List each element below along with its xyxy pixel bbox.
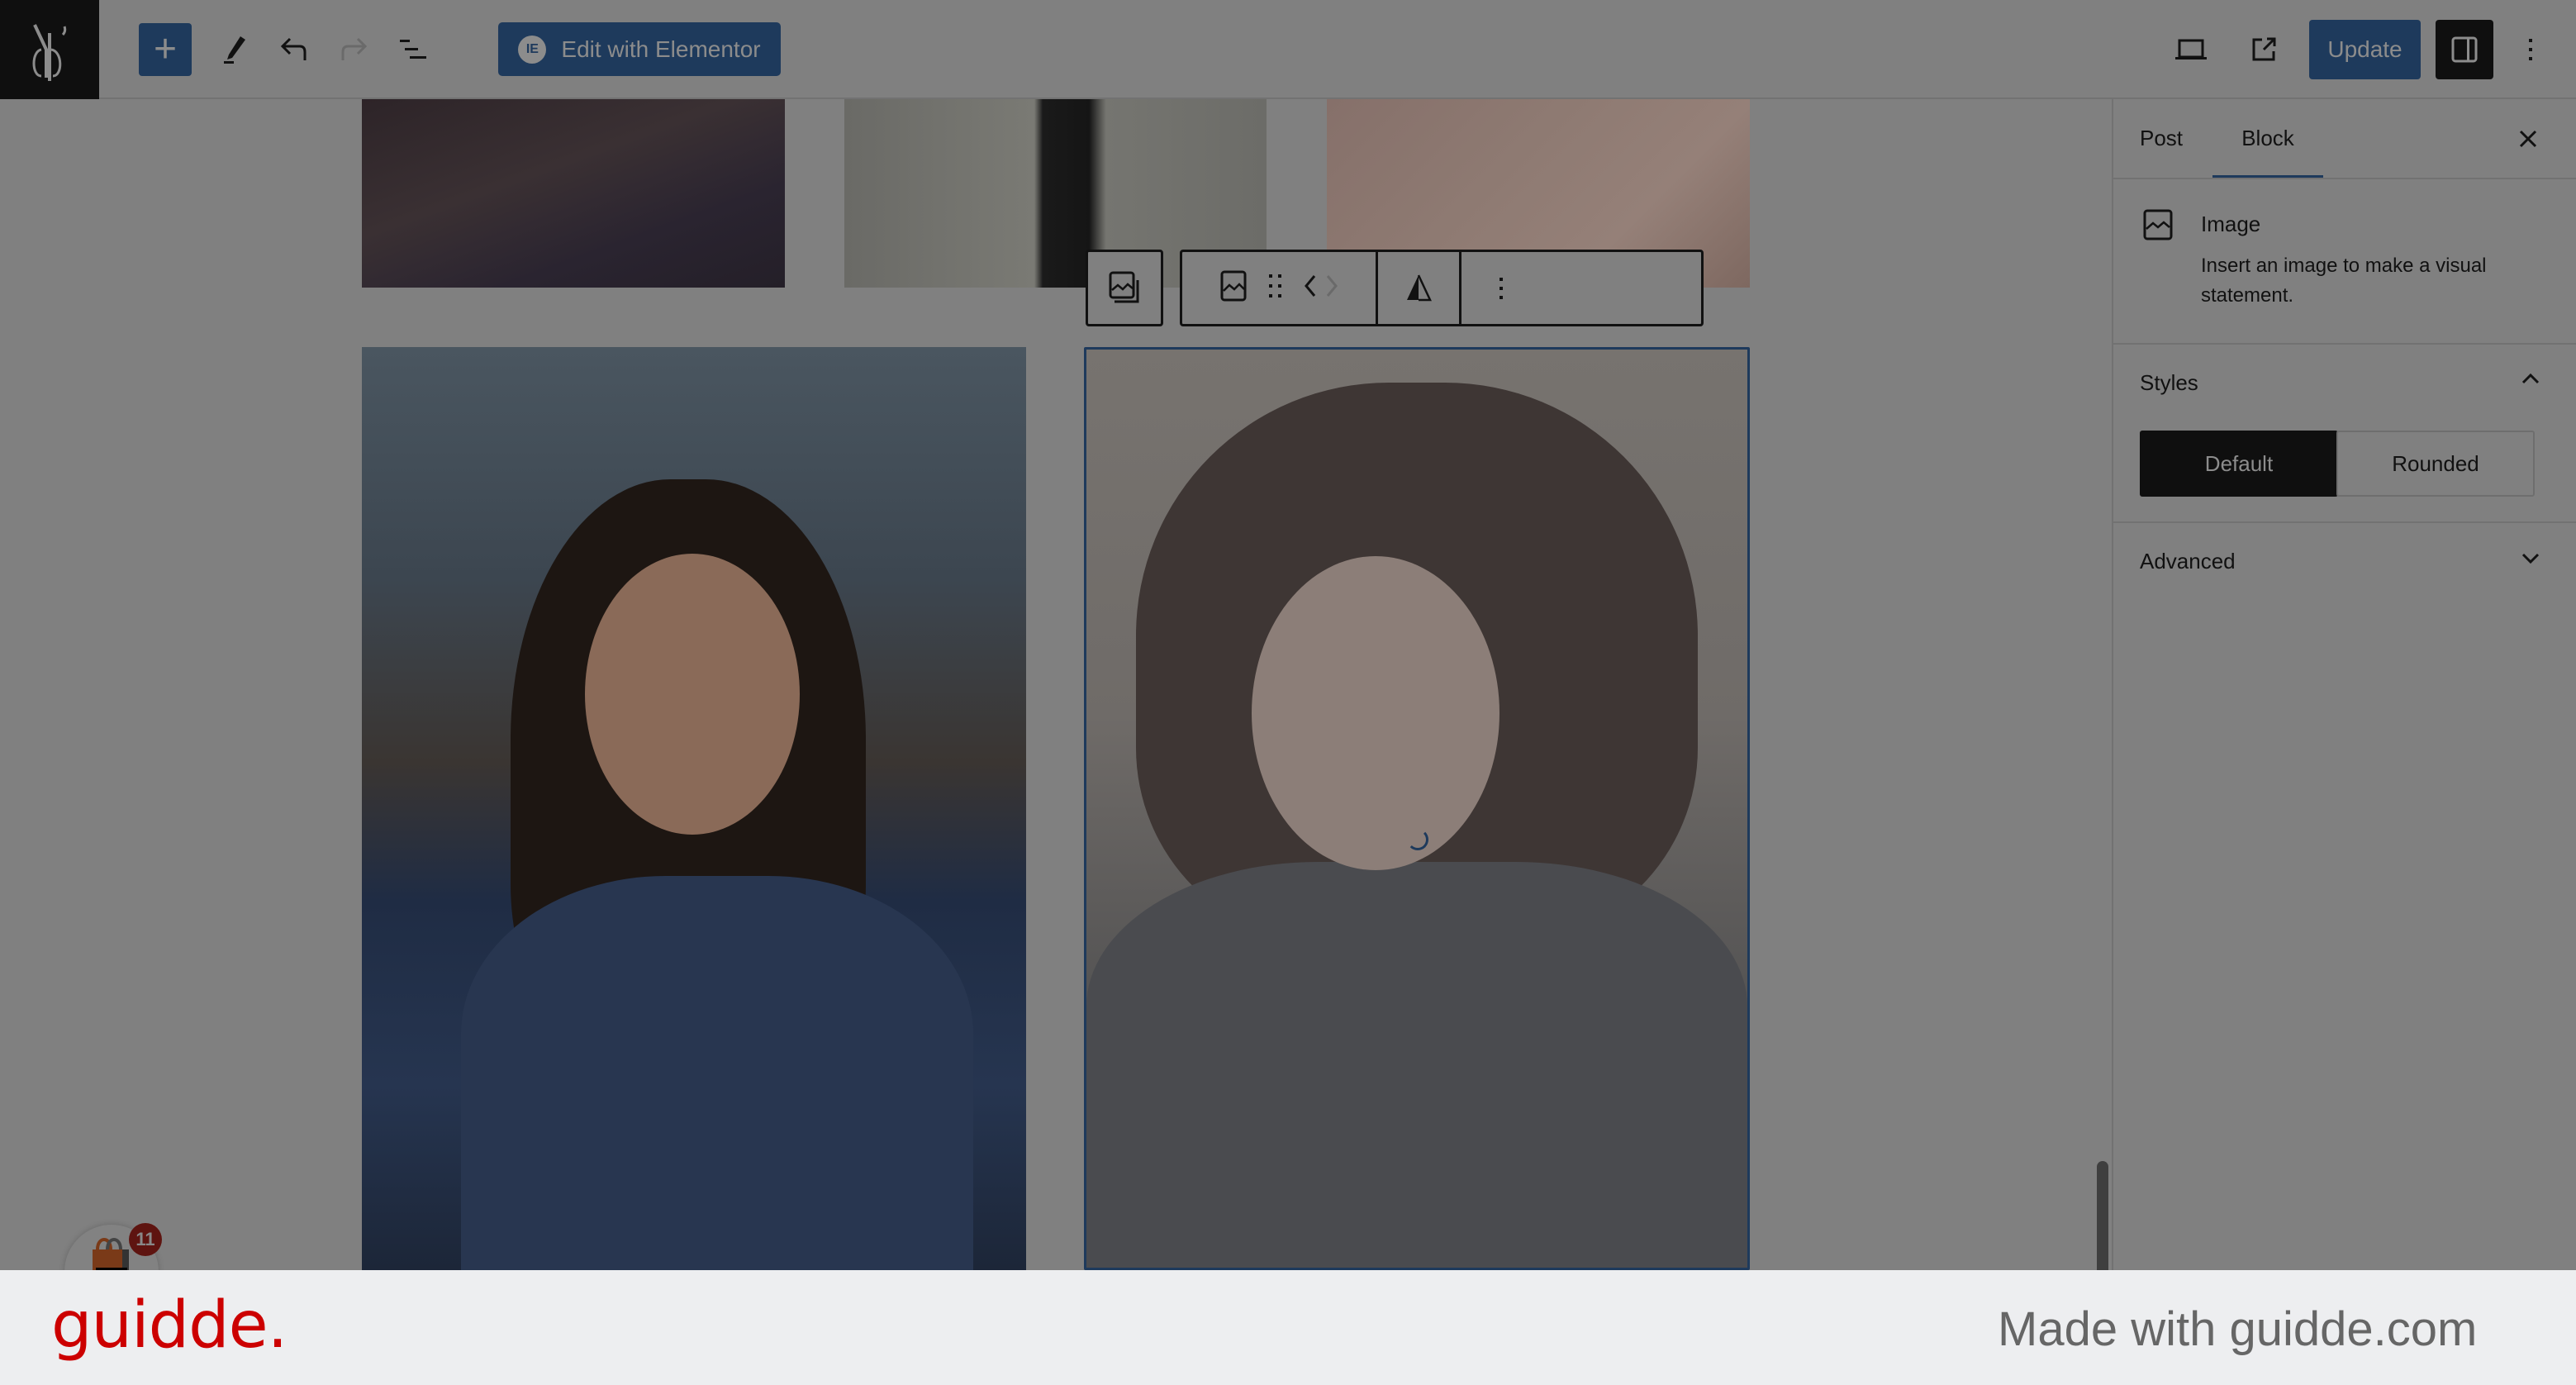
image-icon	[2143, 209, 2173, 240]
block-card-title: Image	[2201, 212, 2261, 236]
photo-face	[585, 554, 800, 835]
align-triangle-icon	[1407, 274, 1432, 301]
block-type-button[interactable]	[1219, 269, 1248, 307]
redo-icon	[341, 37, 368, 60]
photo-jacket	[1086, 862, 1747, 1268]
style-option-default[interactable]: Default	[2140, 431, 2338, 497]
block-toolbar-group-main	[1182, 252, 1376, 324]
options-menu-button[interactable]	[2517, 30, 2545, 69]
advanced-panel-title: Advanced	[2140, 549, 2236, 574]
update-button[interactable]: Update	[2309, 20, 2421, 79]
tab-block[interactable]: Block	[2212, 99, 2323, 178]
style-option-rounded[interactable]: Rounded	[2336, 431, 2535, 497]
elementor-button-label: Edit with Elementor	[561, 36, 761, 62]
made-with-guidde-text: Made with guidde.com	[1998, 1302, 2478, 1356]
canvas-scrollbar[interactable]	[2097, 1161, 2108, 1273]
editor-header: + IE Edit with Elementor Update	[0, 0, 2576, 99]
redo-button[interactable]	[335, 31, 372, 68]
more-vertical-icon	[1499, 277, 1503, 299]
divider	[2113, 178, 2576, 179]
add-block-button[interactable]: +	[139, 23, 192, 76]
elementor-icon: IE	[518, 35, 547, 64]
preview-button[interactable]	[2171, 30, 2211, 69]
chevron-down-icon	[2521, 552, 2540, 569]
update-button-label: Update	[2327, 36, 2403, 62]
divider	[2113, 343, 2576, 345]
block-card-icon	[2143, 209, 2173, 245]
sidebar-toggle-icon	[2451, 36, 2478, 63]
divider	[2113, 521, 2576, 523]
gallery-image-4[interactable]	[362, 347, 1026, 1270]
plus-icon: +	[153, 27, 178, 71]
loading-spinner-icon	[1407, 829, 1428, 850]
select-parent-gallery-button[interactable]	[1088, 252, 1161, 324]
move-right-button[interactable]	[1325, 274, 1338, 302]
settings-sidebar-toggle[interactable]	[2436, 20, 2493, 79]
logo-monogram-icon	[32, 24, 67, 81]
tab-post[interactable]: Post	[2140, 99, 2183, 178]
selected-image-block[interactable]	[1084, 347, 1750, 1270]
drag-handle[interactable]	[1267, 273, 1284, 303]
pencil-icon	[224, 36, 245, 64]
drag-handle-icon	[1269, 274, 1281, 297]
photo-face	[1252, 556, 1499, 870]
chevron-left-icon	[1305, 275, 1316, 297]
undo-button[interactable]	[276, 31, 312, 68]
gallery-icon	[1109, 271, 1139, 302]
list-view-button[interactable]	[395, 33, 431, 66]
move-left-button[interactable]	[1304, 274, 1317, 302]
block-toolbar-parent	[1086, 250, 1163, 326]
block-card-description: Insert an image to make a visual stateme…	[2201, 255, 2487, 307]
tools-button[interactable]	[216, 30, 253, 69]
more-vertical-icon	[2529, 39, 2532, 60]
site-logo[interactable]	[0, 0, 99, 99]
gallery-image-1[interactable]	[362, 99, 785, 288]
styles-panel-title: Styles	[2140, 370, 2198, 395]
list-view-icon	[400, 40, 426, 59]
photo-jacket	[461, 876, 973, 1270]
guidde-footer: guidde. Made with guidde.com	[0, 1270, 2576, 1385]
chevron-up-icon	[2521, 372, 2540, 389]
laptop-icon	[2175, 39, 2207, 59]
block-options-button[interactable]	[1459, 252, 1541, 324]
block-toolbar	[1180, 250, 1704, 326]
align-button[interactable]	[1376, 252, 1459, 324]
external-link-icon	[2252, 37, 2276, 61]
chevron-right-icon	[1326, 275, 1338, 297]
close-icon	[2519, 130, 2537, 148]
guidde-logo: guidde.	[51, 1288, 288, 1363]
image-icon	[1220, 270, 1247, 302]
edit-with-elementor-button[interactable]: IE Edit with Elementor	[498, 22, 781, 76]
cart-count-badge: 11	[129, 1223, 162, 1256]
close-sidebar-button[interactable]	[2510, 121, 2546, 157]
settings-sidebar: Post Block Image Insert an image to make…	[2112, 99, 2576, 1270]
undo-icon	[280, 37, 307, 60]
view-post-button[interactable]	[2244, 30, 2284, 69]
